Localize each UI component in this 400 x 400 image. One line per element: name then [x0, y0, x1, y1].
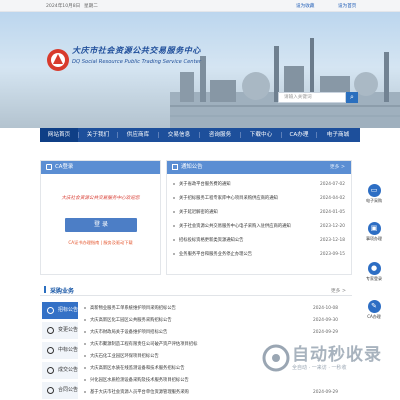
- nav-item-trading-info[interactable]: 交易信息: [159, 128, 199, 142]
- purchase-title: 采购业务: [50, 288, 75, 295]
- purchase-more-link[interactable]: 更多 >: [331, 287, 346, 294]
- nav-item-ca[interactable]: CA办理: [282, 128, 316, 142]
- briefcase-icon: ▣: [367, 222, 381, 235]
- sidebar-matters[interactable]: ▣ 事项办理: [363, 222, 385, 242]
- doc-icon: [47, 327, 54, 334]
- notice-item-date: 2023-12-18: [320, 238, 345, 243]
- login-button[interactable]: 登 录: [65, 218, 137, 232]
- org-name-en: DQ Social Resource Public Trading Servic…: [72, 59, 201, 65]
- purchase-item[interactable]: 兴化园区水质检测设备采购及技术服务项目招标公告: [84, 376, 346, 386]
- nav-item-mall[interactable]: 电子商城: [317, 128, 359, 142]
- doc-icon: [47, 347, 54, 354]
- factory-skyline-image: [170, 38, 400, 128]
- purchase-item[interactable]: 高新物业服务工单系统维护项目采购招标公告 2024-10-08: [84, 304, 346, 314]
- notice-item-date: 2023-12-20: [320, 224, 345, 229]
- computer-icon: ▭: [367, 184, 381, 197]
- tab-change[interactable]: 变更公告: [42, 322, 78, 339]
- notice-panel: 通知公告 更多 > 关于省政平台服务费的通知 2024-07-02 关于招标服务工…: [166, 160, 352, 275]
- notice-item-date: 2024-07-02: [320, 182, 345, 187]
- doc-icon: [47, 387, 54, 394]
- lock-icon: [46, 164, 52, 170]
- watermark-logo-icon: [262, 344, 290, 372]
- tab-award[interactable]: 中标公告: [42, 342, 78, 359]
- notice-item[interactable]: 业务服务平台和服务业务停止办理公告 2023-09-15: [173, 250, 347, 260]
- top-bar: 2024年10月8日 星期二 设为收藏 设为首页: [0, 0, 400, 12]
- notice-item-title: 关于延迟解密的通知: [179, 210, 218, 215]
- tab-contract[interactable]: 合同公告: [42, 382, 78, 399]
- notice-item[interactable]: 关于社会资源公共交易服务中心电子采购入驻供应商的通知 2023-12-20: [173, 222, 347, 232]
- watermark-subtext: 全自动 · 一来访 · 一秒收: [292, 365, 347, 371]
- doc-icon: [47, 307, 54, 314]
- notice-more-link[interactable]: 更多 >: [330, 161, 345, 174]
- sidebar-ca[interactable]: ✎ CA办理: [363, 300, 385, 320]
- set-home-link[interactable]: 设为首页: [338, 3, 356, 9]
- watermark-text: 自动秒收录: [292, 345, 382, 365]
- ca-login-header: CA登录: [41, 161, 160, 174]
- login-help-links[interactable]: CA证书办理指南 | 服务及驱动下载: [41, 240, 160, 246]
- current-date: 2024年10月8日: [46, 4, 81, 9]
- watermark-overlay: 自动秒收录 全自动 · 一来访 · 一秒收: [262, 342, 400, 376]
- notice-item-date: 2023-09-15: [320, 252, 345, 257]
- nav-item-about[interactable]: 关于我们: [79, 128, 117, 142]
- tab-tender[interactable]: 招标公告: [42, 302, 78, 319]
- org-logo-icon: [47, 49, 69, 71]
- org-name-cn: 大庆市社会资源公共交易服务中心: [72, 45, 201, 55]
- notice-item-title: 关于招标服务工程专家库中心项目采购供应商的通知: [179, 196, 278, 201]
- user-icon: ●: [367, 262, 381, 275]
- notice-item-title: 业务服务平台和服务业务停止办理公告: [179, 252, 253, 257]
- search-input[interactable]: 请输入关键词: [278, 92, 346, 103]
- ca-login-title: CA登录: [55, 164, 74, 170]
- notice-item-title: 招标投标资格更新类资源通知公告: [179, 238, 244, 243]
- nav-item-consulting[interactable]: 咨询服务: [200, 128, 240, 142]
- favorite-link[interactable]: 设为收藏: [296, 3, 314, 9]
- notice-item[interactable]: 关于省政平台服务费的通知 2024-07-02: [173, 180, 347, 190]
- ca-login-panel: CA登录 大庆社会资源公共交易服务中心欢迎您 登 录 CA证书办理指南 | 服务…: [40, 160, 161, 275]
- purchase-item[interactable]: 大庆高新区化工园区公共服务采购招标公告 2024-09-30: [84, 316, 346, 326]
- nav-item-home[interactable]: 网站首页: [40, 128, 78, 142]
- purchase-item[interactable]: 基于大庆市社会资源人员平台单位资源管理服务采购 2024-09-29: [84, 388, 346, 398]
- notice-title: 通知公告: [181, 164, 203, 170]
- header-banner: 大庆市社会资源公共交易服务中心 DQ Social Resource Publi…: [0, 12, 400, 128]
- notice-item-date: 2024-04-02: [320, 196, 345, 201]
- purchase-header: 采购业务 更多 >: [40, 284, 352, 296]
- main-nav: 网站首页 关于我们 供应商库 交易信息 咨询服务 下载中心 CA办理 电子商城: [40, 128, 360, 142]
- sidebar-expert-login[interactable]: ● 专家登录: [363, 262, 385, 282]
- nav-item-downloads[interactable]: 下载中心: [241, 128, 281, 142]
- tab-deal[interactable]: 成交公告: [42, 362, 78, 379]
- notice-item[interactable]: 招标投标资格更新类资源通知公告 2023-12-18: [173, 236, 347, 246]
- bulletin-icon: [172, 164, 178, 170]
- search-button[interactable]: ⌕: [346, 92, 358, 103]
- notice-item-date: 2024-01-05: [320, 210, 345, 215]
- search-icon: ⌕: [350, 93, 354, 101]
- certificate-icon: ✎: [367, 300, 381, 313]
- notice-header: 通知公告 更多 >: [167, 161, 351, 174]
- ca-login-prompt: 大庆社会资源公共交易服务中心欢迎您: [61, 196, 140, 201]
- current-weekday: 星期二: [84, 4, 98, 9]
- nav-item-suppliers[interactable]: 供应商库: [118, 128, 158, 142]
- notice-item-title: 关于社会资源公共交易服务中心电子采购入驻供应商的通知: [179, 224, 291, 229]
- purchase-item[interactable]: 大庆市财政局关于设备维护项目招标公告 2024-09-29: [84, 328, 346, 338]
- doc-icon: [47, 367, 54, 374]
- sidebar-e-procurement[interactable]: ▭ 电子采购: [363, 184, 385, 204]
- notice-item[interactable]: 关于招标服务工程专家库中心项目采购供应商的通知 2024-04-02: [173, 194, 347, 204]
- notice-item[interactable]: 关于延迟解密的通知 2024-01-05: [173, 208, 347, 218]
- notice-item-title: 关于省政平台服务费的通知: [179, 182, 231, 187]
